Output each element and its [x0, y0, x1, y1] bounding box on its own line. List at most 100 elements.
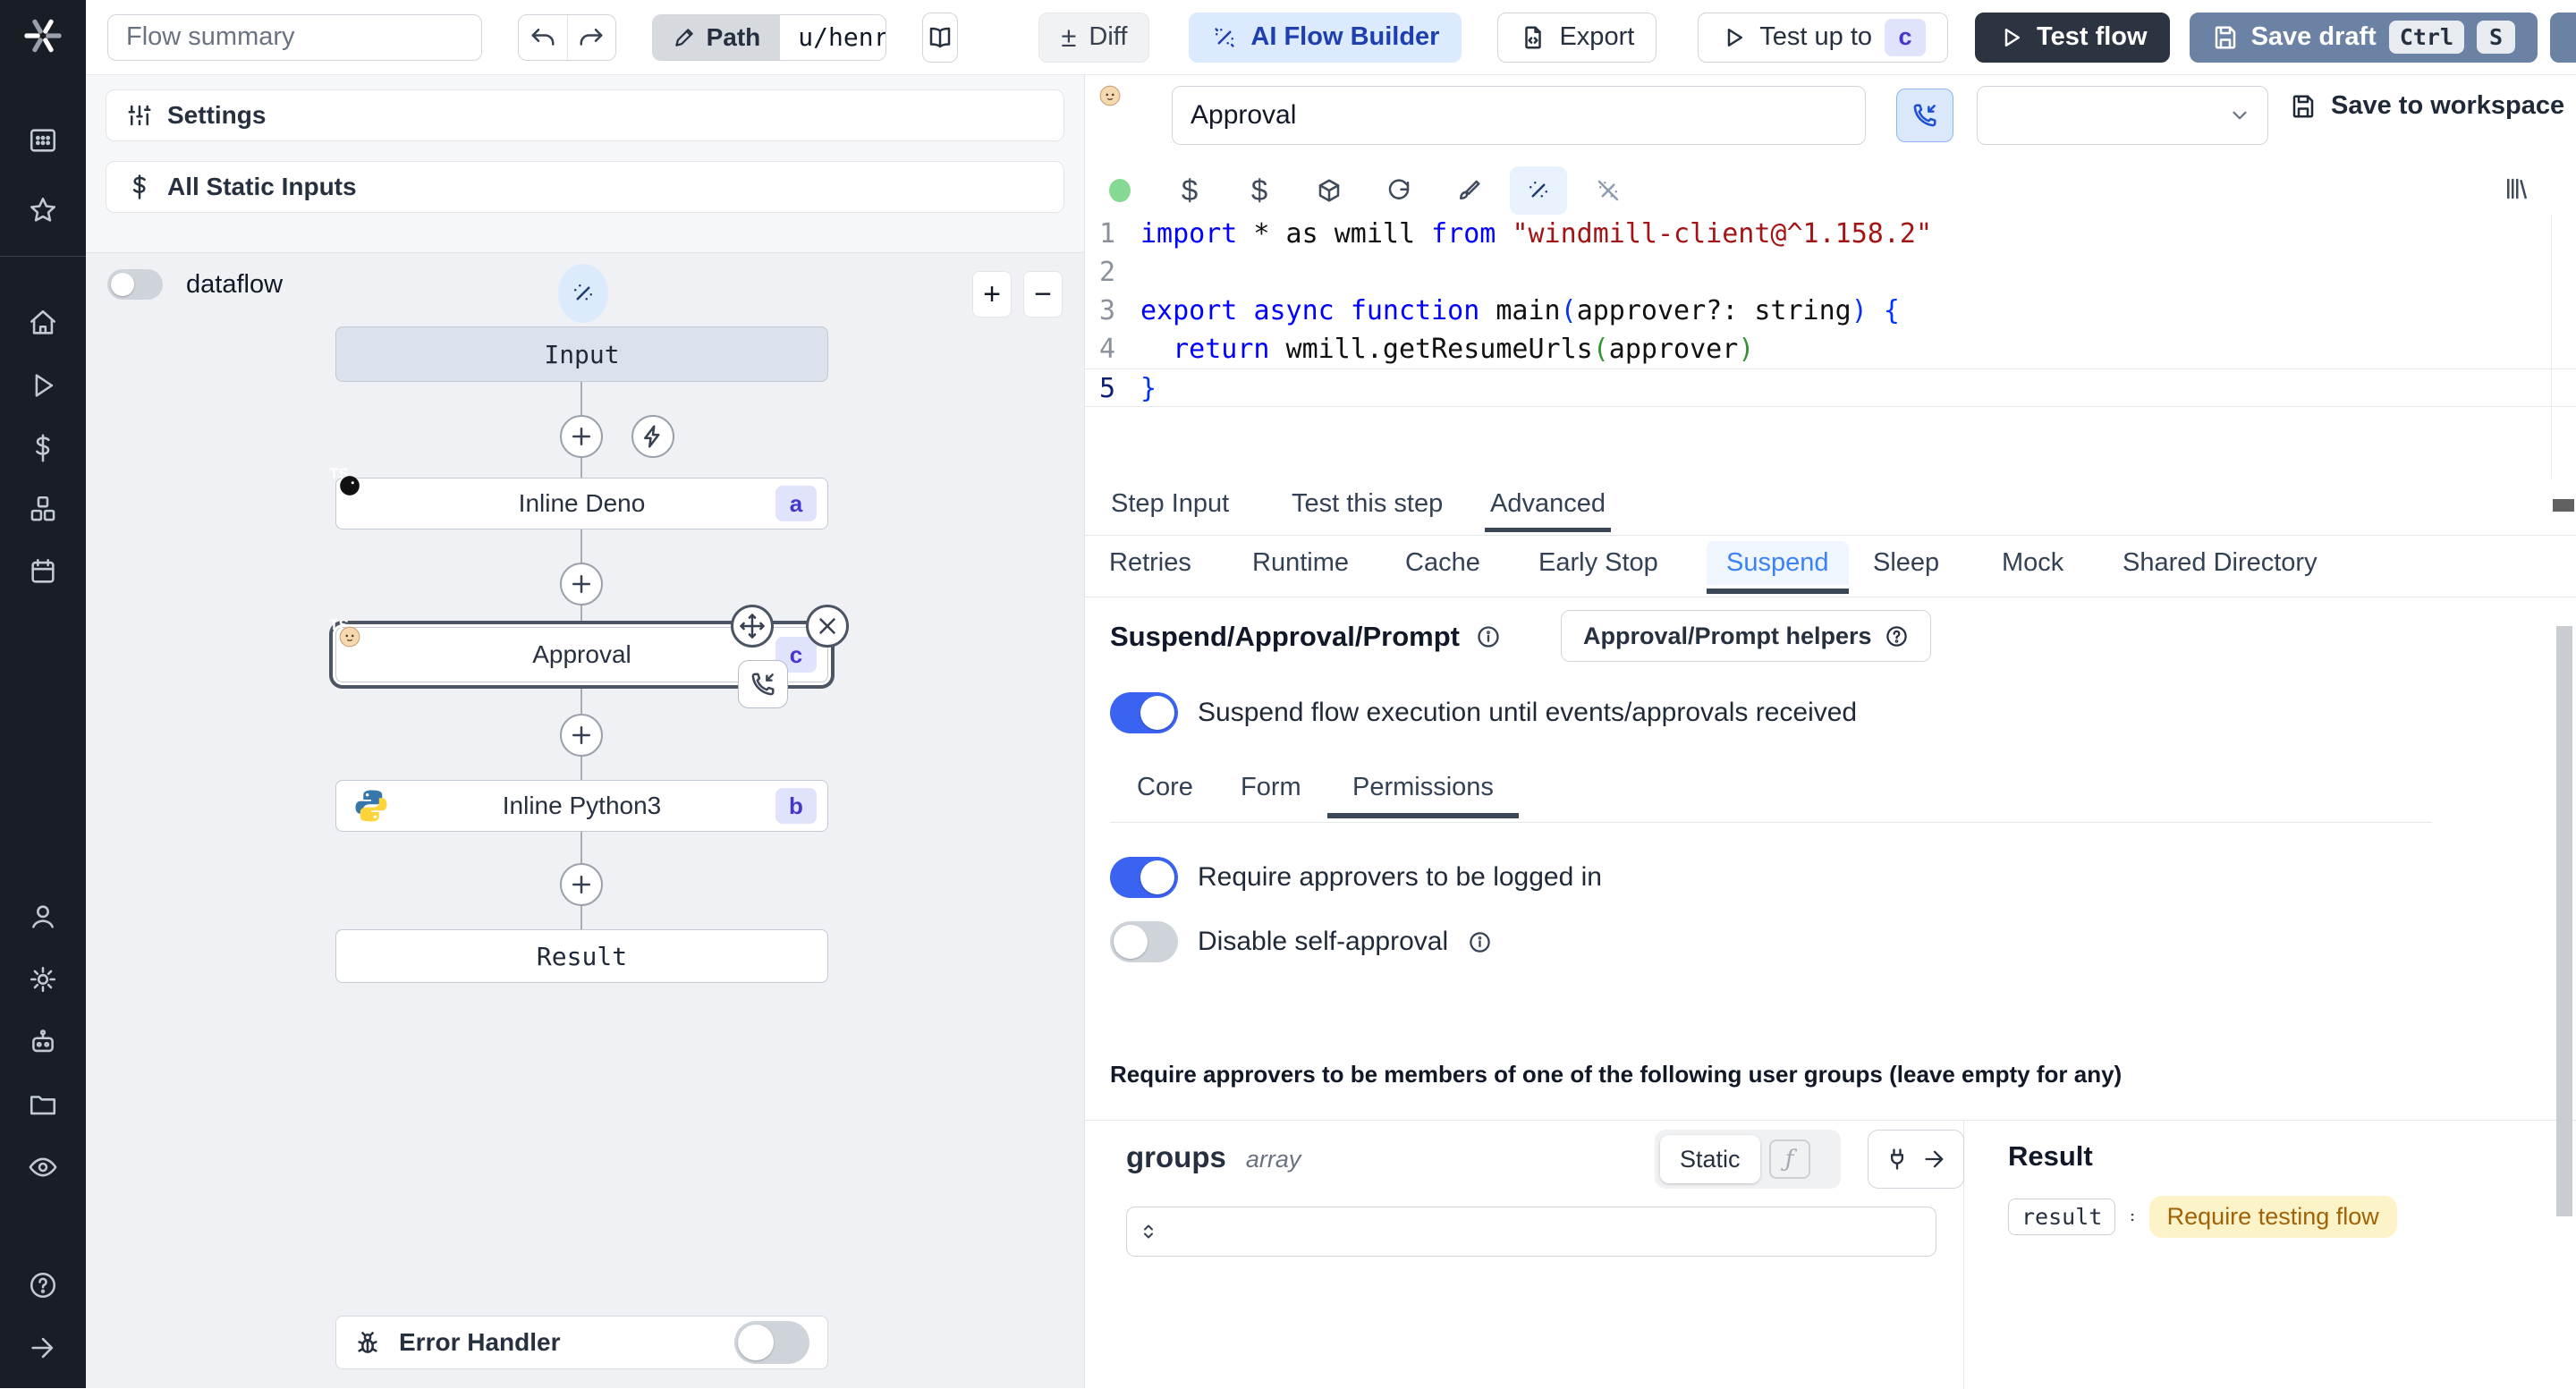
deploy-button-cutoff[interactable] — [2550, 12, 2576, 63]
variables-button[interactable]: $ — [1155, 174, 1224, 208]
resources-icon[interactable] — [28, 494, 58, 524]
disable-self-approval-toggle[interactable] — [1110, 921, 1178, 962]
subtab-sleep[interactable]: Sleep — [1873, 548, 1939, 578]
runs-icon[interactable] — [28, 370, 58, 401]
dataflow-toggle[interactable] — [107, 269, 163, 300]
tab-test-this-step[interactable]: Test this step — [1292, 489, 1443, 531]
editor-toolbar: $ $ — [1085, 166, 2576, 215]
insert-step-button[interactable] — [560, 714, 603, 757]
zoom-out-button[interactable]: − — [1023, 271, 1063, 318]
schedules-icon[interactable] — [28, 556, 58, 587]
graph-node-input[interactable]: Input — [335, 326, 828, 382]
sliders-icon — [128, 105, 151, 126]
audit-eye-icon[interactable] — [28, 1152, 58, 1182]
suspend-section-title: Suspend/Approval/Prompt — [1110, 621, 1460, 652]
connect-input-button[interactable] — [1868, 1130, 1964, 1189]
suspend-phone-button[interactable] — [1896, 89, 1953, 142]
subtab-cache[interactable]: Cache — [1405, 548, 1480, 578]
export-button[interactable]: Export — [1497, 12, 1657, 63]
error-handler-toggle[interactable] — [734, 1321, 809, 1364]
step-id-badge: b — [775, 788, 817, 824]
subtab-retries[interactable]: Retries — [1109, 548, 1191, 578]
ai-flow-builder-button[interactable]: AI Flow Builder — [1189, 12, 1462, 63]
result-key-chip[interactable]: result — [2008, 1198, 2116, 1235]
groups-multiselect-input[interactable] — [1126, 1207, 1936, 1257]
static-mode-button[interactable]: Static — [1660, 1135, 1760, 1183]
require-login-toggle[interactable] — [1110, 857, 1178, 898]
code-editor[interactable]: 1 import * as wmill from "windmill-client… — [1085, 215, 2576, 512]
graph-node-inline-deno[interactable]: TS Inline Deno a — [329, 465, 828, 529]
insert-step-button[interactable] — [560, 563, 603, 606]
subtab-suspend[interactable]: Suspend — [1707, 541, 1849, 594]
resources-button[interactable]: $ — [1224, 174, 1294, 208]
move-step-handle[interactable] — [731, 605, 774, 648]
tab-step-input[interactable]: Step Input — [1111, 489, 1229, 531]
test-up-to-button[interactable]: Test up to c — [1698, 12, 1949, 63]
suspend-settings: Suspend/Approval/Prompt Approval/Prompt … — [1085, 597, 2576, 1389]
docs-book-button[interactable] — [922, 12, 959, 63]
delete-step-button[interactable] — [806, 605, 849, 648]
subtab-early-stop[interactable]: Early Stop — [1538, 548, 1658, 578]
insert-step-button[interactable] — [560, 863, 603, 906]
javascript-fx-button[interactable]: ƒ — [1768, 1139, 1810, 1179]
graph-ai-wand-button[interactable] — [558, 264, 608, 323]
tab-form[interactable]: Form — [1241, 773, 1301, 802]
tab-permissions[interactable]: Permissions — [1327, 773, 1519, 818]
step-name-input[interactable] — [1172, 86, 1866, 145]
zoom-in-button[interactable]: + — [972, 271, 1012, 318]
test-flow-button[interactable]: Test flow — [1975, 12, 2170, 63]
panel-scrollbar[interactable] — [2556, 626, 2572, 1216]
require-login-label: Require approvers to be logged in — [1198, 862, 1602, 892]
windmill-logo[interactable] — [20, 13, 66, 59]
subtab-runtime[interactable]: Runtime — [1252, 548, 1349, 578]
home-icon[interactable] — [28, 308, 58, 338]
users-icon[interactable] — [28, 902, 58, 932]
all-static-inputs-label: All Static Inputs — [167, 173, 357, 200]
redo-button[interactable] — [566, 14, 615, 60]
subtab-shared-directory[interactable]: Shared Directory — [2123, 548, 2318, 578]
format-brush-button[interactable] — [1434, 177, 1504, 204]
reload-button[interactable] — [1364, 177, 1434, 204]
chevrons-up-down-icon — [1144, 1224, 1153, 1239]
settings-label: Settings — [167, 101, 267, 129]
variables-icon[interactable] — [28, 433, 58, 463]
flow-editor-panel: Settings All Static Inputs dataflow + − … — [86, 75, 1085, 1388]
expand-arrow-icon[interactable] — [28, 1333, 58, 1363]
flow-summary-input[interactable] — [107, 13, 482, 61]
diff-button[interactable]: ± Diff — [1038, 12, 1150, 63]
graph-node-inline-python[interactable]: Inline Python3 b — [335, 780, 828, 832]
suspend-toggle[interactable] — [1110, 692, 1178, 733]
help-icon[interactable] — [28, 1270, 58, 1300]
subtab-mock[interactable]: Mock — [2002, 548, 2063, 578]
info-icon[interactable] — [1476, 624, 1501, 649]
ai-bot-icon[interactable] — [28, 1027, 58, 1057]
approval-prompt-helpers-button[interactable]: Approval/Prompt helpers — [1561, 610, 1931, 662]
package-button[interactable] — [1294, 177, 1364, 204]
tab-advanced[interactable]: Advanced — [1485, 489, 1611, 532]
all-static-inputs-row[interactable]: All Static Inputs — [106, 161, 1064, 213]
undo-button[interactable] — [519, 15, 567, 60]
apps-icon[interactable] — [28, 125, 58, 156]
settings-gear-icon[interactable] — [28, 964, 58, 995]
graph-node-approval[interactable]: TS Approval c — [329, 605, 849, 708]
folders-icon[interactable] — [28, 1089, 58, 1120]
path-button[interactable]: Path — [652, 14, 781, 60]
ai-assistant-button[interactable] — [1510, 166, 1567, 215]
dollar-icon — [132, 174, 146, 199]
library-button[interactable] — [2503, 175, 2529, 202]
trigger-lightning-button[interactable] — [631, 415, 674, 458]
info-icon[interactable] — [1468, 930, 1492, 954]
save-to-workspace-button[interactable]: Save to workspace — [2290, 91, 2564, 121]
tab-core[interactable]: Core — [1137, 773, 1193, 802]
path-value[interactable]: u/henri/bes — [780, 15, 886, 60]
favorites-star-icon[interactable] — [28, 195, 58, 225]
flow-settings-row[interactable]: Settings — [106, 89, 1064, 141]
graph-node-result[interactable]: Result — [335, 929, 828, 983]
insert-step-button[interactable] — [560, 415, 603, 458]
save-draft-button[interactable]: Save draft Ctrl S — [2189, 12, 2538, 63]
step-id-badge: a — [775, 486, 817, 521]
script-version-select[interactable] — [1977, 86, 2268, 145]
error-handler-row[interactable]: Error Handler — [335, 1316, 828, 1369]
editor-scrollbar[interactable] — [2551, 215, 2576, 512]
ai-disable-button[interactable] — [1573, 177, 1643, 204]
